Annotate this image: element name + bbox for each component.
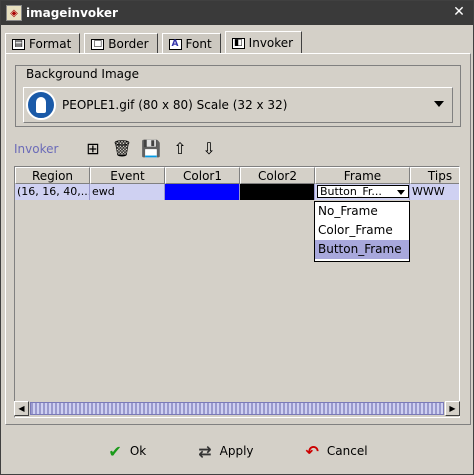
undo-icon: ↶	[305, 441, 319, 461]
cancel-button[interactable]: ↶ Cancel	[300, 436, 374, 466]
people-thumbnail-icon	[26, 90, 56, 120]
chevron-down-icon	[397, 190, 405, 195]
tab-bar: ▤ Format □ Border A Font ◧ Invoker	[5, 31, 306, 54]
column-header-event[interactable]: Event	[90, 167, 165, 184]
tab-label: Format	[29, 37, 72, 51]
cancel-label: Cancel	[326, 444, 368, 458]
table-header: Region Event Color1 Color2 Frame Tips	[15, 167, 459, 184]
invoker-icon: ◧	[231, 37, 245, 49]
title-bar[interactable]: ◈ imageinvoker ✕	[1, 1, 473, 25]
cell-region[interactable]: (16, 16, 40,...	[15, 184, 90, 200]
chevron-down-icon	[434, 101, 444, 107]
arrow-down-icon[interactable]: ⇩	[197, 138, 221, 160]
checkmark-icon: ✔	[108, 441, 122, 461]
background-image-legend: Background Image	[23, 67, 142, 81]
close-button[interactable]: ✕	[451, 5, 467, 20]
app-icon: ◈	[6, 5, 22, 21]
column-header-tips[interactable]: Tips	[410, 167, 459, 184]
tab-format[interactable]: ▤ Format	[5, 33, 81, 54]
scroll-right-icon[interactable]: ▶	[445, 401, 460, 416]
apply-button[interactable]: ⇄ Apply	[192, 436, 259, 466]
format-icon: ▤	[12, 38, 25, 50]
cell-frame[interactable]: Button_Fr...	[315, 184, 410, 200]
tab-label: Font	[185, 37, 212, 51]
frame-select[interactable]: Button_Fr...	[317, 185, 409, 198]
scrollbar-thumb[interactable]	[30, 402, 444, 415]
frame-dropdown-list: No_Frame Color_Frame Button_Frame	[314, 201, 410, 262]
font-icon: A	[168, 38, 182, 50]
frame-option-color-frame[interactable]: Color_Frame	[315, 221, 409, 240]
dialog-window: ◈ imageinvoker ✕ ▤ Format □ Border A Fon…	[0, 0, 474, 475]
window-title: imageinvoker	[26, 6, 118, 20]
frame-option-button-frame[interactable]: Button_Frame	[315, 240, 409, 259]
border-icon: □	[91, 38, 105, 50]
invoker-label: Invoker	[14, 142, 59, 156]
horizontal-scrollbar[interactable]: ◀ ▶	[14, 401, 460, 416]
frame-select-value: Button_Fr...	[320, 185, 382, 198]
scroll-left-icon[interactable]: ◀	[14, 401, 29, 416]
column-header-color2[interactable]: Color2	[240, 167, 315, 184]
save-icon[interactable]: 💾	[139, 138, 163, 160]
column-header-region[interactable]: Region	[15, 167, 90, 184]
ok-label: Ok	[129, 444, 147, 458]
apply-label: Apply	[219, 444, 254, 458]
apply-icon: ⇄	[198, 441, 212, 461]
delete-icon[interactable]: 🗑	[110, 138, 134, 160]
add-icon[interactable]: ⊞	[81, 138, 105, 160]
column-header-frame[interactable]: Frame	[315, 167, 410, 184]
cell-color1-swatch[interactable]	[165, 184, 240, 200]
cell-color2-swatch[interactable]	[240, 184, 315, 200]
tab-label: Border	[108, 37, 149, 51]
cell-tips[interactable]: WWW	[410, 184, 459, 200]
tab-font[interactable]: A Font	[161, 33, 221, 54]
arrow-up-icon[interactable]: ⇧	[168, 138, 192, 160]
background-image-dropdown[interactable]: PEOPLE1.gif (80 x 80) Scale (32 x 32)	[23, 87, 453, 123]
tab-label: Invoker	[248, 36, 294, 50]
ok-button[interactable]: ✔ Ok	[102, 436, 152, 466]
frame-option-no-frame[interactable]: No_Frame	[315, 202, 409, 221]
invoker-toolbar: ⊞ 🗑 💾 ⇧ ⇩	[81, 138, 221, 160]
tab-border[interactable]: □ Border	[84, 33, 158, 54]
column-header-color1[interactable]: Color1	[165, 167, 240, 184]
cell-event[interactable]: ewd	[90, 184, 165, 200]
table-row[interactable]: (16, 16, 40,... ewd Button_Fr... WWW	[15, 184, 459, 200]
background-image-value: PEOPLE1.gif (80 x 80) Scale (32 x 32)	[62, 98, 288, 112]
tab-invoker[interactable]: ◧ Invoker	[224, 31, 303, 54]
dialog-buttons: ✔ Ok ⇄ Apply ↶ Cancel	[1, 436, 474, 466]
